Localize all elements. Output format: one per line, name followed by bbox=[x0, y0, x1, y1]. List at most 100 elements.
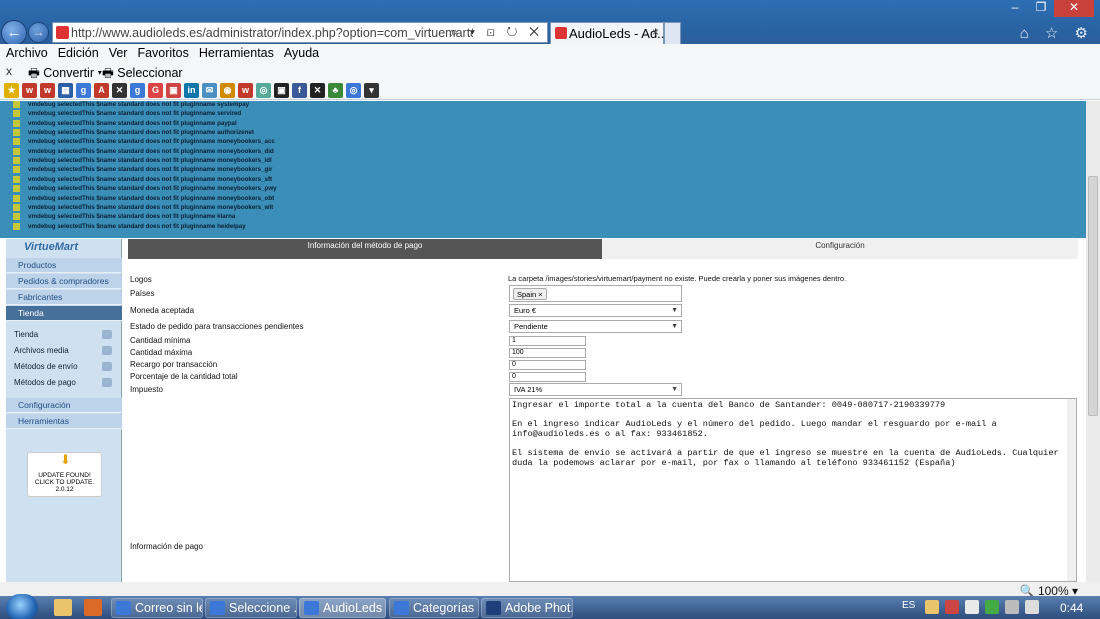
sidebar-sub-label: Métodos de pago bbox=[14, 378, 76, 387]
debug-line: vmdebug selectedThis $name standard does… bbox=[13, 185, 277, 194]
remove-tag-icon[interactable]: × bbox=[538, 290, 542, 299]
maximize-button[interactable]: ❐ bbox=[1028, 0, 1054, 17]
menu-bar: Archivo Edición Ver Favoritos Herramient… bbox=[0, 44, 1100, 64]
favorite-link-icon[interactable]: w bbox=[22, 82, 37, 98]
favorite-link-icon[interactable]: ✉ bbox=[202, 82, 217, 98]
forward-arrow-icon: → bbox=[32, 25, 45, 39]
taskbar-clock[interactable]: 0:44 bbox=[1060, 601, 1083, 615]
page-scrollbar[interactable] bbox=[1086, 101, 1100, 582]
debug-line: vmdebug selectedThis $name standard does… bbox=[13, 203, 273, 213]
scrollbar-thumb[interactable] bbox=[1088, 176, 1098, 416]
favorite-link-icon[interactable]: g bbox=[76, 82, 91, 98]
favorite-link-icon[interactable]: ◎ bbox=[256, 82, 271, 98]
back-button[interactable]: ← bbox=[1, 20, 27, 46]
tab-configuracion[interactable]: Configuración bbox=[602, 239, 1078, 259]
tab-informacion[interactable]: Información del método de pago bbox=[128, 239, 602, 259]
start-button[interactable] bbox=[6, 594, 38, 619]
sidebar-sub-envio[interactable]: Métodos de envío bbox=[14, 359, 114, 374]
favorite-link-icon[interactable]: ▣ bbox=[274, 82, 289, 98]
recargo-input[interactable]: 0 bbox=[509, 360, 586, 370]
sidebar-item-productos[interactable]: Productos bbox=[6, 258, 122, 273]
paises-multiselect[interactable]: Spain × bbox=[509, 285, 682, 302]
monitor-icon[interactable] bbox=[965, 600, 979, 614]
favorite-link-icon[interactable]: w bbox=[238, 82, 253, 98]
debug-text: vmdebug selectedThis $name standard does… bbox=[28, 175, 273, 183]
volume-icon[interactable] bbox=[1025, 600, 1039, 614]
favorite-link-icon[interactable]: ★ bbox=[4, 82, 19, 98]
command-bar: x 🖶 Convertir ▾ 🖶 Seleccionar bbox=[0, 63, 1100, 81]
tab-close-icon[interactable]: × bbox=[652, 25, 659, 39]
cantidad-maxima-input[interactable]: 100 bbox=[509, 348, 586, 358]
flag-icon[interactable] bbox=[945, 600, 959, 614]
sidebar-sub-media[interactable]: Archivos media bbox=[14, 343, 114, 358]
home-favorites-tools-icons[interactable]: ⌂ ☆ ⚙ bbox=[1020, 24, 1094, 42]
sidebar-item-fabricantes[interactable]: Fabricantes bbox=[6, 290, 122, 305]
favorite-link-icon[interactable]: ▦ bbox=[58, 82, 73, 98]
address-bar[interactable]: http://www.audioleds.es/administrator/in… bbox=[52, 22, 548, 43]
virtuemart-logo[interactable]: VirtueMart bbox=[24, 241, 78, 253]
task-label: Categorías -... bbox=[413, 601, 478, 615]
sidebar-sub-pago[interactable]: Métodos de pago bbox=[14, 375, 114, 390]
favorite-link-icon[interactable]: ▣ bbox=[166, 82, 181, 98]
cmdbar-close-icon[interactable]: x bbox=[6, 64, 12, 78]
task-photoshop[interactable]: Adobe Phot... bbox=[481, 598, 573, 618]
favorite-link-icon[interactable]: G bbox=[148, 82, 163, 98]
media-player-icon[interactable] bbox=[84, 599, 102, 616]
cantidad-minima-input[interactable]: 1 bbox=[509, 336, 586, 346]
favorite-link-icon[interactable]: w bbox=[40, 82, 55, 98]
task-correo[interactable]: Correo sin le... bbox=[111, 598, 203, 618]
sidebar-item-tienda[interactable]: Tienda bbox=[6, 306, 122, 321]
task-seleccione[interactable]: Seleccione ... bbox=[205, 598, 297, 618]
favorite-link-icon[interactable]: ♣ bbox=[328, 82, 343, 98]
browser-tab-audioleds[interactable]: AudioLeds - Ad... × bbox=[550, 22, 668, 44]
debug-icon bbox=[13, 194, 20, 202]
favorite-link-icon[interactable]: ◉ bbox=[220, 82, 235, 98]
task-audioleds[interactable]: AudioLeds -... bbox=[299, 598, 386, 618]
favorite-link-icon[interactable]: ✕ bbox=[310, 82, 325, 98]
menu-archivo[interactable]: Archivo bbox=[6, 44, 48, 64]
network-icon[interactable] bbox=[1005, 600, 1019, 614]
language-indicator[interactable]: ES bbox=[902, 600, 915, 611]
textarea-scrollbar[interactable] bbox=[1067, 399, 1076, 581]
chevron-down-icon: ▼ bbox=[671, 307, 678, 314]
close-window-button[interactable]: ✕ bbox=[1054, 0, 1094, 17]
update-found-button[interactable]: ⬇ UPDATE FOUND! CLICK TO UPDATE. 2.0.12 bbox=[27, 452, 102, 497]
estado-label: Estado de pedido para transacciones pend… bbox=[130, 322, 304, 331]
site-favicon-icon bbox=[56, 26, 69, 39]
estado-select[interactable]: Pendiente ▼ bbox=[509, 320, 682, 333]
favorite-link-icon[interactable]: ✕ bbox=[112, 82, 127, 98]
sidebar-sub-tienda[interactable]: Tienda bbox=[14, 327, 114, 342]
favorite-link-icon[interactable]: f bbox=[292, 82, 307, 98]
debug-text: vmdebug selectedThis $name standard does… bbox=[28, 194, 275, 202]
address-url[interactable]: http://www.audioleds.es/administrator/in… bbox=[71, 26, 473, 40]
impuesto-select[interactable]: IVA 21% ▼ bbox=[509, 383, 682, 396]
sidebar-item-configuracion[interactable]: Configuración bbox=[6, 398, 122, 413]
minimize-button[interactable]: ‒ bbox=[1002, 0, 1028, 17]
favorite-link-icon[interactable]: ▾ bbox=[364, 82, 379, 98]
address-tools[interactable]: ⌕ ▾ ⊡ ↻ ✕ bbox=[451, 24, 543, 40]
favorite-link-icon[interactable]: ◎ bbox=[346, 82, 361, 98]
menu-herramientas[interactable]: Herramientas bbox=[199, 44, 274, 64]
explorer-icon[interactable] bbox=[54, 599, 72, 616]
favorite-link-icon[interactable]: A bbox=[94, 82, 109, 98]
menu-edicion[interactable]: Edición bbox=[58, 44, 99, 64]
folder-icon[interactable] bbox=[925, 600, 939, 614]
menu-ayuda[interactable]: Ayuda bbox=[284, 44, 319, 64]
new-tab-button[interactable] bbox=[664, 22, 681, 44]
sidebar-item-herramientas[interactable]: Herramientas bbox=[6, 414, 122, 429]
favorite-link-icon[interactable]: in bbox=[184, 82, 199, 98]
task-categorias[interactable]: Categorías -... bbox=[389, 598, 479, 618]
menu-ver[interactable]: Ver bbox=[109, 44, 128, 64]
menu-favoritos[interactable]: Favoritos bbox=[137, 44, 188, 64]
porcentaje-input[interactable]: 0 bbox=[509, 372, 586, 382]
debug-icon bbox=[13, 213, 20, 221]
info-pago-textarea[interactable]: Ingresar el importe total a la cuenta de… bbox=[509, 398, 1077, 582]
debug-text: vmdebug selectedThis $name standard does… bbox=[28, 129, 254, 137]
debug-line: vmdebug selectedThis $name standard does… bbox=[13, 110, 241, 119]
sidebar-item-pedidos[interactable]: Pedidos & compradores bbox=[6, 274, 122, 289]
favorite-link-icon[interactable]: g bbox=[130, 82, 145, 98]
forward-button[interactable]: → bbox=[28, 22, 49, 43]
antivirus-icon[interactable] bbox=[985, 600, 999, 614]
moneda-select[interactable]: Euro € ▼ bbox=[509, 304, 682, 317]
cantidad-maxima-label: Cantidad máxima bbox=[130, 348, 193, 357]
